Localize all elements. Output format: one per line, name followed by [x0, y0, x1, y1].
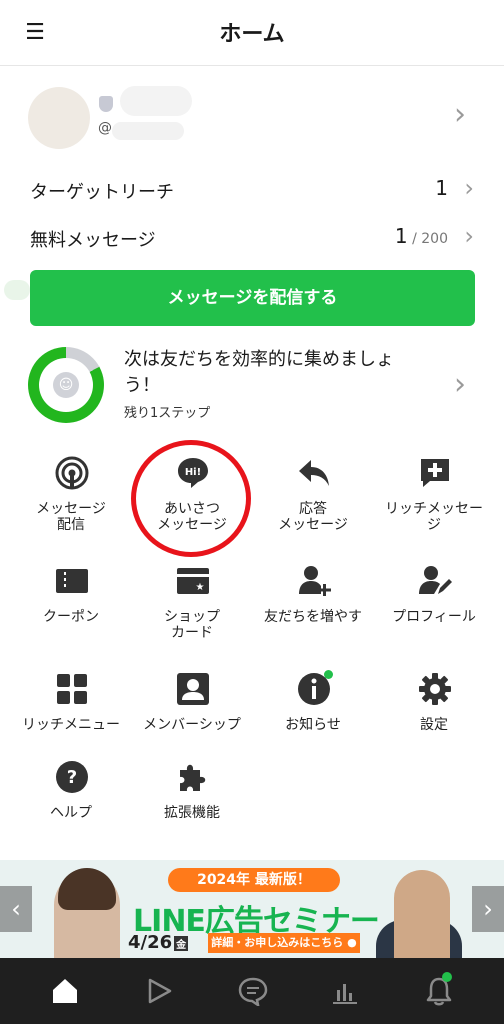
page-title: ホーム	[219, 22, 285, 47]
remaining-steps: 残り1ステップ	[124, 406, 211, 421]
tile-notices[interactable]: お知らせ	[257, 668, 369, 764]
chat-icon	[238, 977, 268, 1008]
tile-message-broadcast[interactable]: メッセージ 配信	[15, 452, 127, 548]
friends-icon: ☺	[53, 372, 79, 398]
tab-chat[interactable]	[238, 976, 268, 1008]
membership-icon	[177, 673, 209, 705]
tab-analytics[interactable]	[330, 976, 360, 1006]
send-message-button[interactable]: メッセージを配信する	[30, 270, 475, 326]
tile-shop-card[interactable]: ★ ショップ カード	[136, 560, 248, 656]
banner-person-left-hair	[58, 868, 116, 910]
next-step-card[interactable]: ☺ 次は友だちを効率的に集めましょう！ 残り1ステップ ›	[0, 344, 504, 428]
tile-label: プロフィール	[392, 609, 476, 625]
add-friend-icon	[299, 566, 331, 596]
account-name-redacted	[120, 86, 192, 116]
puzzle-icon	[180, 764, 206, 791]
chevron-right-icon[interactable]: ›	[454, 100, 466, 130]
reply-icon	[299, 460, 329, 486]
ad-banner[interactable]: 2024年 最新版！ LINE広告セミナー 4/26 金 詳細・お申し込みはこちら…	[0, 860, 504, 958]
edge-indicator	[4, 280, 30, 300]
banner-person-right	[394, 870, 450, 958]
progress-ring: ☺	[28, 347, 104, 423]
tile-label: ショップ カード	[164, 609, 220, 641]
chart-icon	[333, 984, 357, 1004]
stat-row-target-reach[interactable]: ターゲットリーチ 1 ›	[0, 170, 504, 210]
tile-label: 設定	[420, 717, 448, 733]
tile-label: 応答 メッセージ	[278, 501, 348, 533]
verified-badge-icon	[99, 96, 113, 112]
tile-label: メンバーシップ	[143, 717, 241, 733]
banner-prev-button[interactable]: ‹	[0, 886, 32, 932]
tab-home[interactable]	[50, 976, 80, 1006]
tile-label: 拡張機能	[164, 805, 220, 821]
tile-extensions[interactable]: 拡張機能	[136, 756, 248, 852]
tile-membership[interactable]: メンバーシップ	[136, 668, 248, 764]
shop-card-icon: ★	[177, 568, 209, 594]
stat-row-free-messages[interactable]: 無料メッセージ 1 / 200 ›	[0, 218, 504, 258]
tile-settings[interactable]: 設定	[378, 668, 490, 764]
tile-coupon[interactable]: クーポン	[15, 560, 127, 656]
gear-icon	[419, 673, 451, 705]
stat-label: 無料メッセージ	[30, 230, 156, 251]
chevron-right-icon: ›	[454, 367, 466, 402]
tile-label: 友だちを増やす	[264, 609, 362, 625]
tab-voom[interactable]	[144, 976, 174, 1006]
rich-message-icon	[421, 459, 449, 487]
tile-label: クーポン	[43, 609, 99, 625]
tile-profile[interactable]: プロフィール	[378, 560, 490, 656]
banner-next-button[interactable]: ›	[472, 886, 504, 932]
banner-badge: 2024年 最新版！	[168, 868, 340, 892]
chevron-right-icon: ›	[464, 174, 474, 202]
tile-label: ヘルプ	[50, 805, 92, 821]
avatar[interactable]	[28, 87, 90, 149]
tile-label: リッチメニュー	[22, 717, 120, 733]
tab-notifications[interactable]	[424, 972, 454, 1006]
help-icon: ?	[56, 761, 88, 793]
account-id-prefix: @	[98, 120, 112, 136]
next-step-text: 次は友だちを効率的に集めましょう！	[124, 349, 394, 396]
stat-value: 1 / 200	[394, 224, 448, 248]
highlight-circle	[131, 440, 251, 557]
rich-menu-icon	[57, 674, 87, 704]
tile-label: メッセージ 配信	[36, 501, 106, 533]
tile-add-friends[interactable]: 友だちを増やす	[257, 560, 369, 656]
tile-help[interactable]: ? ヘルプ	[15, 756, 127, 852]
account-id-redacted	[112, 122, 184, 140]
profile-edit-icon	[419, 566, 452, 594]
play-icon	[148, 978, 172, 1004]
home-icon	[53, 979, 77, 1003]
tile-auto-reply[interactable]: 応答 メッセージ	[257, 452, 369, 548]
svg-text:?: ?	[67, 767, 77, 788]
tile-label: リッチメッセー ジ	[385, 501, 483, 533]
coupon-icon	[56, 569, 88, 593]
notification-dot	[324, 670, 333, 679]
svg-text:★: ★	[196, 582, 205, 593]
chevron-right-icon: ›	[464, 222, 474, 250]
tile-rich-message[interactable]: リッチメッセー ジ	[378, 452, 490, 548]
stat-value: 1	[435, 176, 448, 200]
banner-date: 4/26 金	[128, 932, 189, 953]
top-header: ☰ ホーム	[0, 0, 504, 66]
stat-label: ターゲットリーチ	[30, 182, 174, 203]
bottom-tab-bar	[0, 958, 504, 1024]
account-profile[interactable]: @ ›	[0, 80, 504, 152]
tile-label: お知らせ	[285, 717, 341, 733]
notification-dot	[442, 972, 452, 982]
broadcast-icon	[55, 456, 89, 490]
banner-detail-button[interactable]: 詳細・お申し込みはこちら ●	[208, 933, 360, 953]
tile-rich-menu[interactable]: リッチメニュー	[15, 668, 127, 764]
